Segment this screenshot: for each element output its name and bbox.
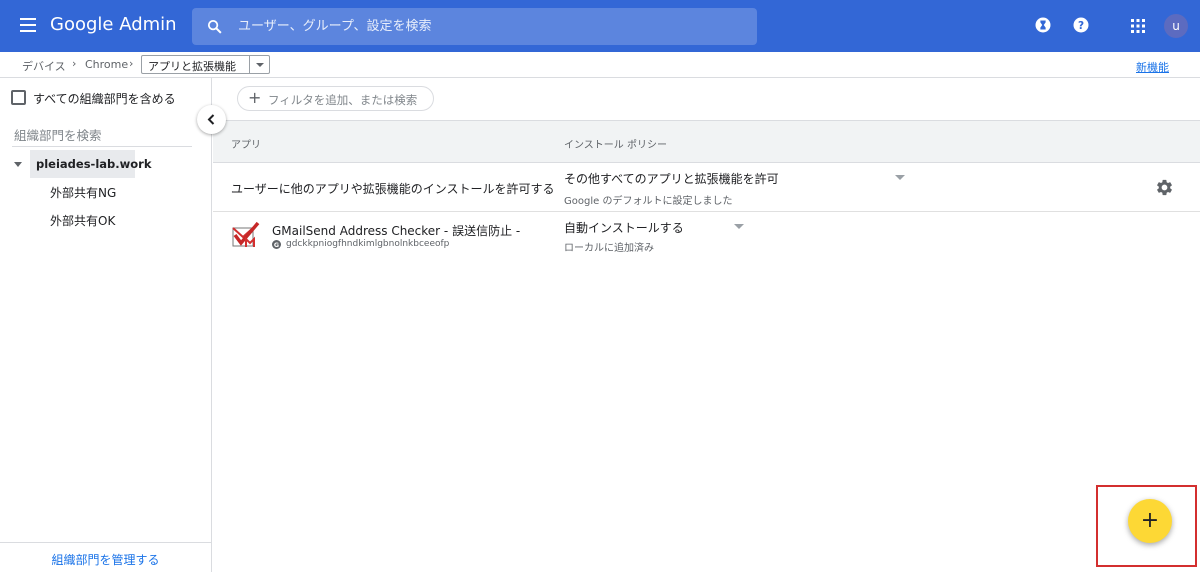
collapse-sidebar-button[interactable]	[197, 105, 226, 134]
breadcrumb-current: アプリと拡張機能	[148, 60, 236, 73]
chevron-left-icon	[207, 114, 215, 125]
table-header: アプリ インストール ポリシー	[213, 120, 1200, 163]
app-id: gdckkpniogfhndkimlgbnolnkbceeofp	[286, 239, 450, 249]
breadcrumb-devices[interactable]: デバイス	[22, 58, 66, 74]
org-unit-sidebar: すべての組織部門を含める pleiades-lab.work 外部共有NG 外部…	[0, 78, 212, 572]
org-tree-root-label: pleiades-lab.work	[36, 157, 152, 171]
add-filter-label: フィルタを追加、または検索	[268, 93, 418, 107]
search-input[interactable]	[236, 8, 736, 45]
main-content: + フィルタを追加、または検索 アプリ インストール ポリシー ユーザーに他のア…	[213, 78, 1200, 572]
table-row[interactable]: ユーザーに他のアプリや拡張機能のインストールを許可する その他すべてのアプリと拡…	[213, 164, 1200, 212]
breadcrumb: デバイス › Chrome › アプリと拡張機能 新機能	[0, 52, 1200, 78]
manage-org-units-link[interactable]: 組織部門を管理する	[0, 542, 211, 572]
menu-icon[interactable]	[20, 18, 36, 32]
whats-new-link[interactable]: 新機能	[1136, 59, 1169, 75]
avatar[interactable]: u	[1164, 14, 1188, 38]
gear-icon[interactable]	[1155, 178, 1174, 197]
help-icon[interactable]: ?	[1072, 16, 1090, 34]
org-unit-search-input[interactable]	[12, 125, 192, 145]
search-underline	[12, 146, 192, 147]
top-app-bar: Google Admin ? u	[0, 0, 1200, 52]
install-policy-value: 自動インストールする	[564, 221, 684, 235]
svg-text:G: G	[274, 242, 279, 249]
gmail-checker-icon	[232, 221, 260, 247]
breadcrumb-separator: ›	[72, 57, 77, 70]
add-filter-button[interactable]: + フィルタを追加、または検索	[237, 86, 434, 111]
search-icon	[207, 19, 222, 34]
include-all-orgs-label: すべての組織部門を含める	[33, 92, 176, 106]
breadcrumb-page-select[interactable]: アプリと拡張機能	[141, 55, 270, 74]
tree-expand-icon[interactable]	[14, 162, 22, 167]
include-all-orgs-checkbox[interactable]	[11, 90, 26, 105]
chevron-down-icon	[256, 63, 264, 67]
app-name: ユーザーに他のアプリや拡張機能のインストールを許可する	[231, 182, 555, 196]
app-name: GMailSend Address Checker - 誤送信防止 -	[272, 224, 521, 238]
install-policy-value: その他すべてのアプリと拡張機能を許可	[564, 172, 779, 186]
app-title[interactable]: Google Admin	[50, 14, 177, 35]
global-search[interactable]	[192, 8, 757, 45]
column-header-app[interactable]: アプリ	[231, 136, 261, 151]
policy-dropdown-arrow[interactable]	[734, 224, 744, 229]
policy-dropdown-arrow[interactable]	[895, 175, 905, 180]
breadcrumb-chrome[interactable]: Chrome	[85, 58, 128, 71]
install-policy-note: Google のデフォルトに設定しました	[564, 196, 733, 207]
column-header-install-policy[interactable]: インストール ポリシー	[564, 136, 667, 151]
table-row[interactable]: GMailSend Address Checker - 誤送信防止 - G gd…	[213, 213, 1200, 265]
svg-text:?: ?	[1078, 20, 1084, 32]
plus-icon: +	[248, 88, 262, 107]
org-tree-item[interactable]: 外部共有OK	[50, 212, 115, 229]
breadcrumb-separator: ›	[129, 57, 134, 70]
select-divider	[249, 56, 250, 73]
hourglass-icon[interactable]	[1034, 16, 1052, 34]
org-tree-root[interactable]: pleiades-lab.work	[30, 150, 151, 178]
org-tree-item[interactable]: 外部共有NG	[50, 184, 116, 201]
google-g-icon: G	[272, 240, 281, 249]
add-app-fab-button[interactable]: +	[1128, 499, 1172, 543]
install-policy-note: ローカルに追加済み	[564, 243, 654, 254]
apps-grid-icon[interactable]	[1131, 19, 1145, 33]
